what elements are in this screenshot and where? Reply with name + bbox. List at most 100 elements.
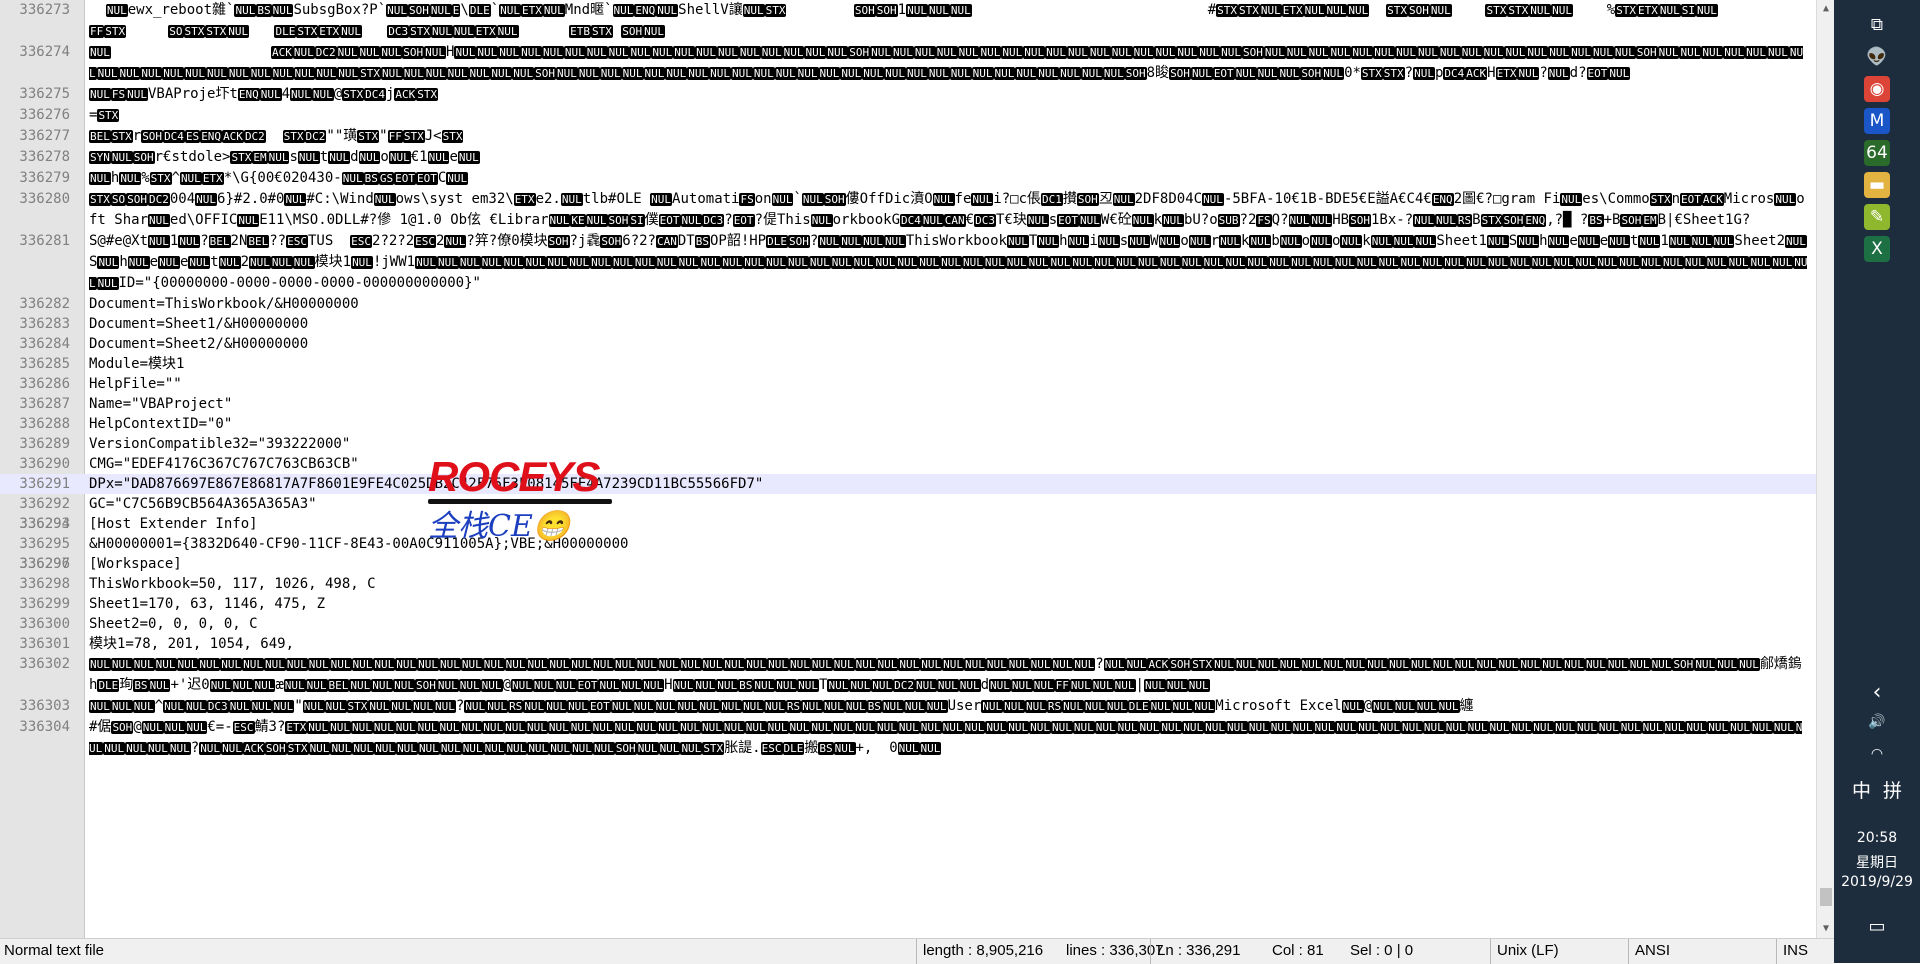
ime-mode[interactable]: 拼 [1883,780,1902,802]
scroll-up-icon[interactable]: ▲ [1817,0,1834,18]
line-text[interactable]: =STX [89,105,1809,126]
status-selection[interactable]: Sel : 0 | 0 [1350,939,1460,964]
line-text[interactable]: 模块1=78, 201, 1054, 649, [89,634,1809,654]
line-text[interactable]: NULhNUL%STX^NUL ETX*\G{00€020430-NUL BS GS E… [89,168,1809,189]
line-text[interactable]: S@#e@XtNUL1NUL?BEL2NBEL??ESCTUS ESC2?2?2… [89,231,1809,294]
text-line[interactable]: 336304 #倨SOH@NUL NUL NUL€=-ESC鯖3?ETX NUL NUL N… [0,717,1816,759]
line-text[interactable]: BEL STXrSOH DC4 ES ENQ ACK DC2 STX DC2""璜STX"FF… [89,126,1809,147]
text-line[interactable]: 336287 Name="VBAProject" [0,394,1816,414]
line-text[interactable]: NUL FS NULVBAProje圷tENQ NUL4NUL NUL@STX DC4jA… [89,84,1809,105]
line-text[interactable]: DPx="DAD876697E867E86817A7F8601E9FE4C025… [89,474,1809,494]
volume-icon[interactable]: 🔊 [1834,714,1920,730]
text-line[interactable]: 336274 NUL ACK NUL DC2 NUL NUL NUL SOH NULHNUL NU… [0,42,1816,84]
current-line[interactable]: 336291 DPx="DAD876697E867E86817A7F8601E9F… [0,474,1816,494]
editor-area[interactable]: 336273 NULewx_reboot雜`NUL BS NULSubsgBox?P… [0,0,1834,938]
text-line[interactable]: 336283 Document=Sheet1/&H00000000 [0,314,1816,334]
line-text[interactable]: NULewx_reboot雜`NUL BS NULSubsgBox?P`NUL SOH… [89,0,1809,42]
line-text[interactable]: Document=Sheet1/&H00000000 [89,314,1809,334]
maxthon-icon[interactable]: M [1864,108,1890,134]
line-text[interactable]: &H00000001={3832D640-CF90-11CF-8E43-00A0… [89,534,1809,554]
text-line[interactable]: 336290 CMG="EDEF4176C367C767C763CB63CB" [0,454,1816,474]
status-insert-mode[interactable]: INS [1776,939,1833,964]
line-text[interactable]: Name="VBAProject" [89,394,1809,414]
control-char-badge: NUL [840,67,863,80]
line-text[interactable]: Sheet1=170, 63, 1146, 475, Z [89,594,1809,614]
text-line[interactable]: 336292 GC="C7C56B9CB564A365A365A3" [0,494,1816,514]
text-line[interactable]: 336280 STX SO SOH DC2004NUL6}#2.0#0NUL#C:\Wi… [0,189,1816,231]
text-line[interactable]: 336275 NUL FS NULVBAProje圷tENQ NUL4NUL NUL@ST… [0,84,1816,105]
line-text[interactable]: NUL NUL NUL NUL NUL NUL NUL NUL NUL NUL NUL NUL NUL N… [89,654,1809,696]
clock-weekday[interactable]: 星期日 [1834,852,1920,872]
text-line[interactable]: 336300 Sheet2=0, 0, 0, 0, C [0,614,1816,634]
text-line[interactable]: 336273 NULewx_reboot雜`NUL BS NULSubsgBox?P… [0,0,1816,42]
line-text[interactable]: ThisWorkbook=50, 117, 1026, 498, C [89,574,1809,594]
notepad-icon[interactable]: ✎ [1864,204,1890,230]
text-line[interactable]: 336279 NULhNUL%STX^NUL ETX*\G{00€020430-NU… [0,168,1816,189]
line-text[interactable]: HelpFile="" [89,374,1809,394]
text-lines[interactable]: 336273 NULewx_reboot雜`NUL BS NULSubsgBox?P… [0,0,1816,759]
text-run: fe [954,191,972,207]
clock-date[interactable]: 2019/9/29 [1834,874,1920,890]
text-line[interactable]: 336294 [Host Extender Info] [0,514,1816,534]
control-char-badge: NUL [526,721,548,734]
line-text[interactable]: HelpContextID="0" [89,414,1809,434]
text-line[interactable]: 336299 Sheet1=170, 63, 1146, 475, Z [0,594,1816,614]
wifi-icon[interactable]: ◠ [1834,746,1920,762]
control-char-badge: NUL [457,151,480,164]
status-eol-format[interactable]: Unix (LF) [1490,939,1627,964]
line-text[interactable]: #倨SOH@NUL NUL NUL€=-ESC鯖3?ETX NUL NUL NUL NUL N… [89,717,1809,759]
line-text[interactable]: Document=ThisWorkbook/&H00000000 [89,294,1809,314]
file-explorer-icon[interactable]: ▬ [1864,172,1890,198]
excel-icon[interactable]: X [1864,236,1890,262]
text-run: 鯖3? [254,719,286,735]
alien-app-icon[interactable]: 👽 [1864,44,1890,70]
scrollbar-thumb[interactable] [1820,888,1832,906]
line-text[interactable]: SYN NUL SOHr€stdole>STX EM NULsNULtNULdNULoN… [89,147,1809,168]
line-text[interactable]: CMG="EDEF4176C367C767C763CB63CB" [89,454,1809,474]
notification-icon[interactable]: ▭ [1834,916,1920,937]
vertical-scrollbar[interactable]: ▲ ▼ [1816,0,1834,938]
line-text[interactable]: [Host Extender Info] [89,514,1809,534]
x64dbg-icon[interactable]: 64 [1864,140,1890,166]
text-line[interactable]: 336297 [Workspace] [0,554,1816,574]
status-encoding[interactable]: ANSI [1628,939,1755,964]
scroll-down-icon[interactable]: ▼ [1817,920,1834,938]
text-run [362,23,387,39]
text-line[interactable]: 336277 BEL STXrSOH DC4 ES ENQ ACK DC2 STX DC2""璜… [0,126,1816,147]
control-char-badge: NUL [1679,46,1702,59]
text-line[interactable]: 336302 NUL NUL NUL NUL NUL NUL NUL NUL NUL NUL NUL N… [0,654,1816,696]
line-text[interactable]: VersionCompatible32="393222000" [89,434,1809,454]
line-text[interactable]: GC="C7C56B9CB564A365A365A3" [89,494,1809,514]
chrome-icon[interactable]: ◉ [1864,76,1890,102]
ime-language[interactable]: 中 [1852,780,1871,802]
line-text[interactable]: NUL NUL NUL^NUL NUL DC3 NUL NUL NUL"NUL NUL STX NU… [89,696,1809,717]
text-line[interactable]: 336288 HelpContextID="0" [0,414,1816,434]
text-line[interactable]: 336282 Document=ThisWorkbook/&H00000000 [0,294,1816,314]
text-run: DT [677,233,695,249]
line-text[interactable]: NUL ACK NUL DC2 NUL NUL NUL SOH NULHNUL NUL NUL NU… [89,42,1809,84]
line-text[interactable]: Document=Sheet2/&H00000000 [89,334,1809,354]
line-text[interactable]: STX SO SOH DC2004NUL6}#2.0#0NUL#C:\WindNULo… [89,189,1809,231]
control-char-badge: NUL [1132,46,1155,59]
control-char-badge: NUL [168,742,191,755]
line-text[interactable]: Sheet2=0, 0, 0, 0, C [89,614,1809,634]
text-line[interactable]: 336285 Module=模块1 [0,354,1816,374]
ime-indicator[interactable]: 中 拼 [1834,776,1920,803]
text-line[interactable]: 336301 模块1=78, 201, 1054, 649, [0,634,1816,654]
text-line[interactable]: 336295 &H00000001={3832D640-CF90-11CF-8E4… [0,534,1816,554]
text-line[interactable]: 336298 ThisWorkbook=50, 117, 1026, 498, C [0,574,1816,594]
text-line[interactable]: 336278 SYN NUL SOHr€stdole>STX EM NULsNULtNUL… [0,147,1816,168]
status-column[interactable]: Col : 81 [1272,939,1352,964]
tray-chevron-icon[interactable]: ‹ [1834,680,1920,705]
line-text[interactable]: [Workspace] [89,554,1809,574]
line-text[interactable]: Module=模块1 [89,354,1809,374]
status-line-number[interactable]: Ln : 336,291 [1150,939,1257,964]
text-line[interactable]: 336303 NUL NUL NUL^NUL NUL DC3 NUL NUL NUL"NUL NU… [0,696,1816,717]
task-view-icon[interactable]: ⧉ [1864,12,1890,38]
text-line[interactable]: 336281 S@#e@XtNUL1NUL?BEL2NBEL??ESCTUS ES… [0,231,1816,294]
clock-time[interactable]: 20:58 [1834,830,1920,846]
text-line[interactable]: 336289 VersionCompatible32="393222000" [0,434,1816,454]
text-line[interactable]: 336286 HelpFile="" [0,374,1816,394]
text-line[interactable]: 336284 Document=Sheet2/&H00000000 [0,334,1816,354]
text-line[interactable]: 336276 =STX [0,105,1816,126]
